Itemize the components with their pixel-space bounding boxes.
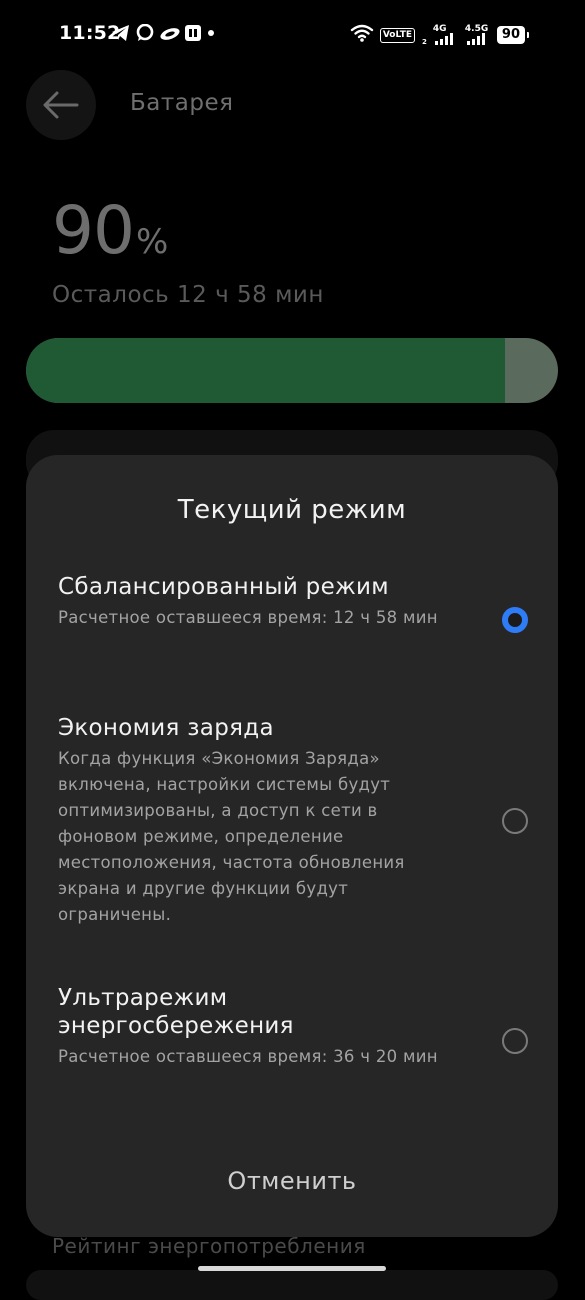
option-battery-saver[interactable]: Экономия заряда Когда функция «Экономия …	[58, 714, 528, 928]
option-title: Сбалансированный режим	[58, 574, 389, 600]
back-button[interactable]	[26, 70, 96, 140]
battery-level-fill	[26, 338, 505, 403]
battery-percent-value: 90	[52, 192, 135, 269]
option-description: Когда функция «Экономия Заряда» включена…	[58, 749, 405, 924]
telegram-icon	[111, 24, 131, 42]
arrow-left-icon	[43, 91, 79, 119]
cancel-button[interactable]: Отменить	[26, 1167, 558, 1195]
cloud-icon	[159, 24, 180, 42]
battery-percent: 90%	[52, 192, 168, 269]
section-label: Рейтинг энергопотребления	[52, 1234, 366, 1258]
dot-icon	[207, 24, 215, 42]
option-balanced[interactable]: Сбалансированный режим Расчетное оставше…	[58, 573, 528, 633]
page-title: Батарея	[130, 90, 234, 116]
signal-45g-icon: 4.5G	[465, 25, 491, 45]
sim-number: 2	[422, 38, 427, 46]
volte-badge: VoLTE	[379, 27, 416, 43]
status-bar: 11:52 VoLTE 2 4G 4.5G 90	[0, 0, 585, 70]
wifi-icon	[350, 24, 374, 46]
option-title: Экономия заряда	[58, 715, 274, 741]
dialog-title: Текущий режим	[177, 495, 407, 525]
chat-bubble-icon	[135, 23, 155, 42]
radio-balanced[interactable]	[502, 607, 528, 633]
signal-4g-icon: 4G	[433, 25, 459, 45]
battery-percent-sign: %	[135, 222, 169, 262]
radio-battery-saver[interactable]	[502, 808, 528, 834]
app-grid-icon	[183, 24, 203, 42]
notification-icons	[111, 23, 215, 42]
battery-level-bar	[26, 338, 558, 403]
background-card-bottom	[26, 1270, 558, 1300]
status-right-icons: VoLTE 2 4G 4.5G 90	[350, 24, 530, 46]
option-description: Расчетное оставшееся время: 12 ч 58 мин	[58, 608, 438, 627]
radio-ultra-saver[interactable]	[502, 1028, 528, 1054]
navigation-handle[interactable]	[198, 1266, 386, 1271]
option-description: Расчетное оставшееся время: 36 ч 20 мин	[58, 1047, 438, 1066]
option-ultra-saver[interactable]: Ультрарежим энергосбережения Расчетное о…	[58, 984, 528, 1070]
mode-dialog: Текущий режим Сбалансированный режим Рас…	[26, 455, 558, 1237]
option-title: Ультрарежим энергосбережения	[58, 985, 294, 1039]
battery-remaining: Осталось 12 ч 58 мин	[52, 282, 324, 308]
battery-icon: 90	[496, 26, 530, 44]
